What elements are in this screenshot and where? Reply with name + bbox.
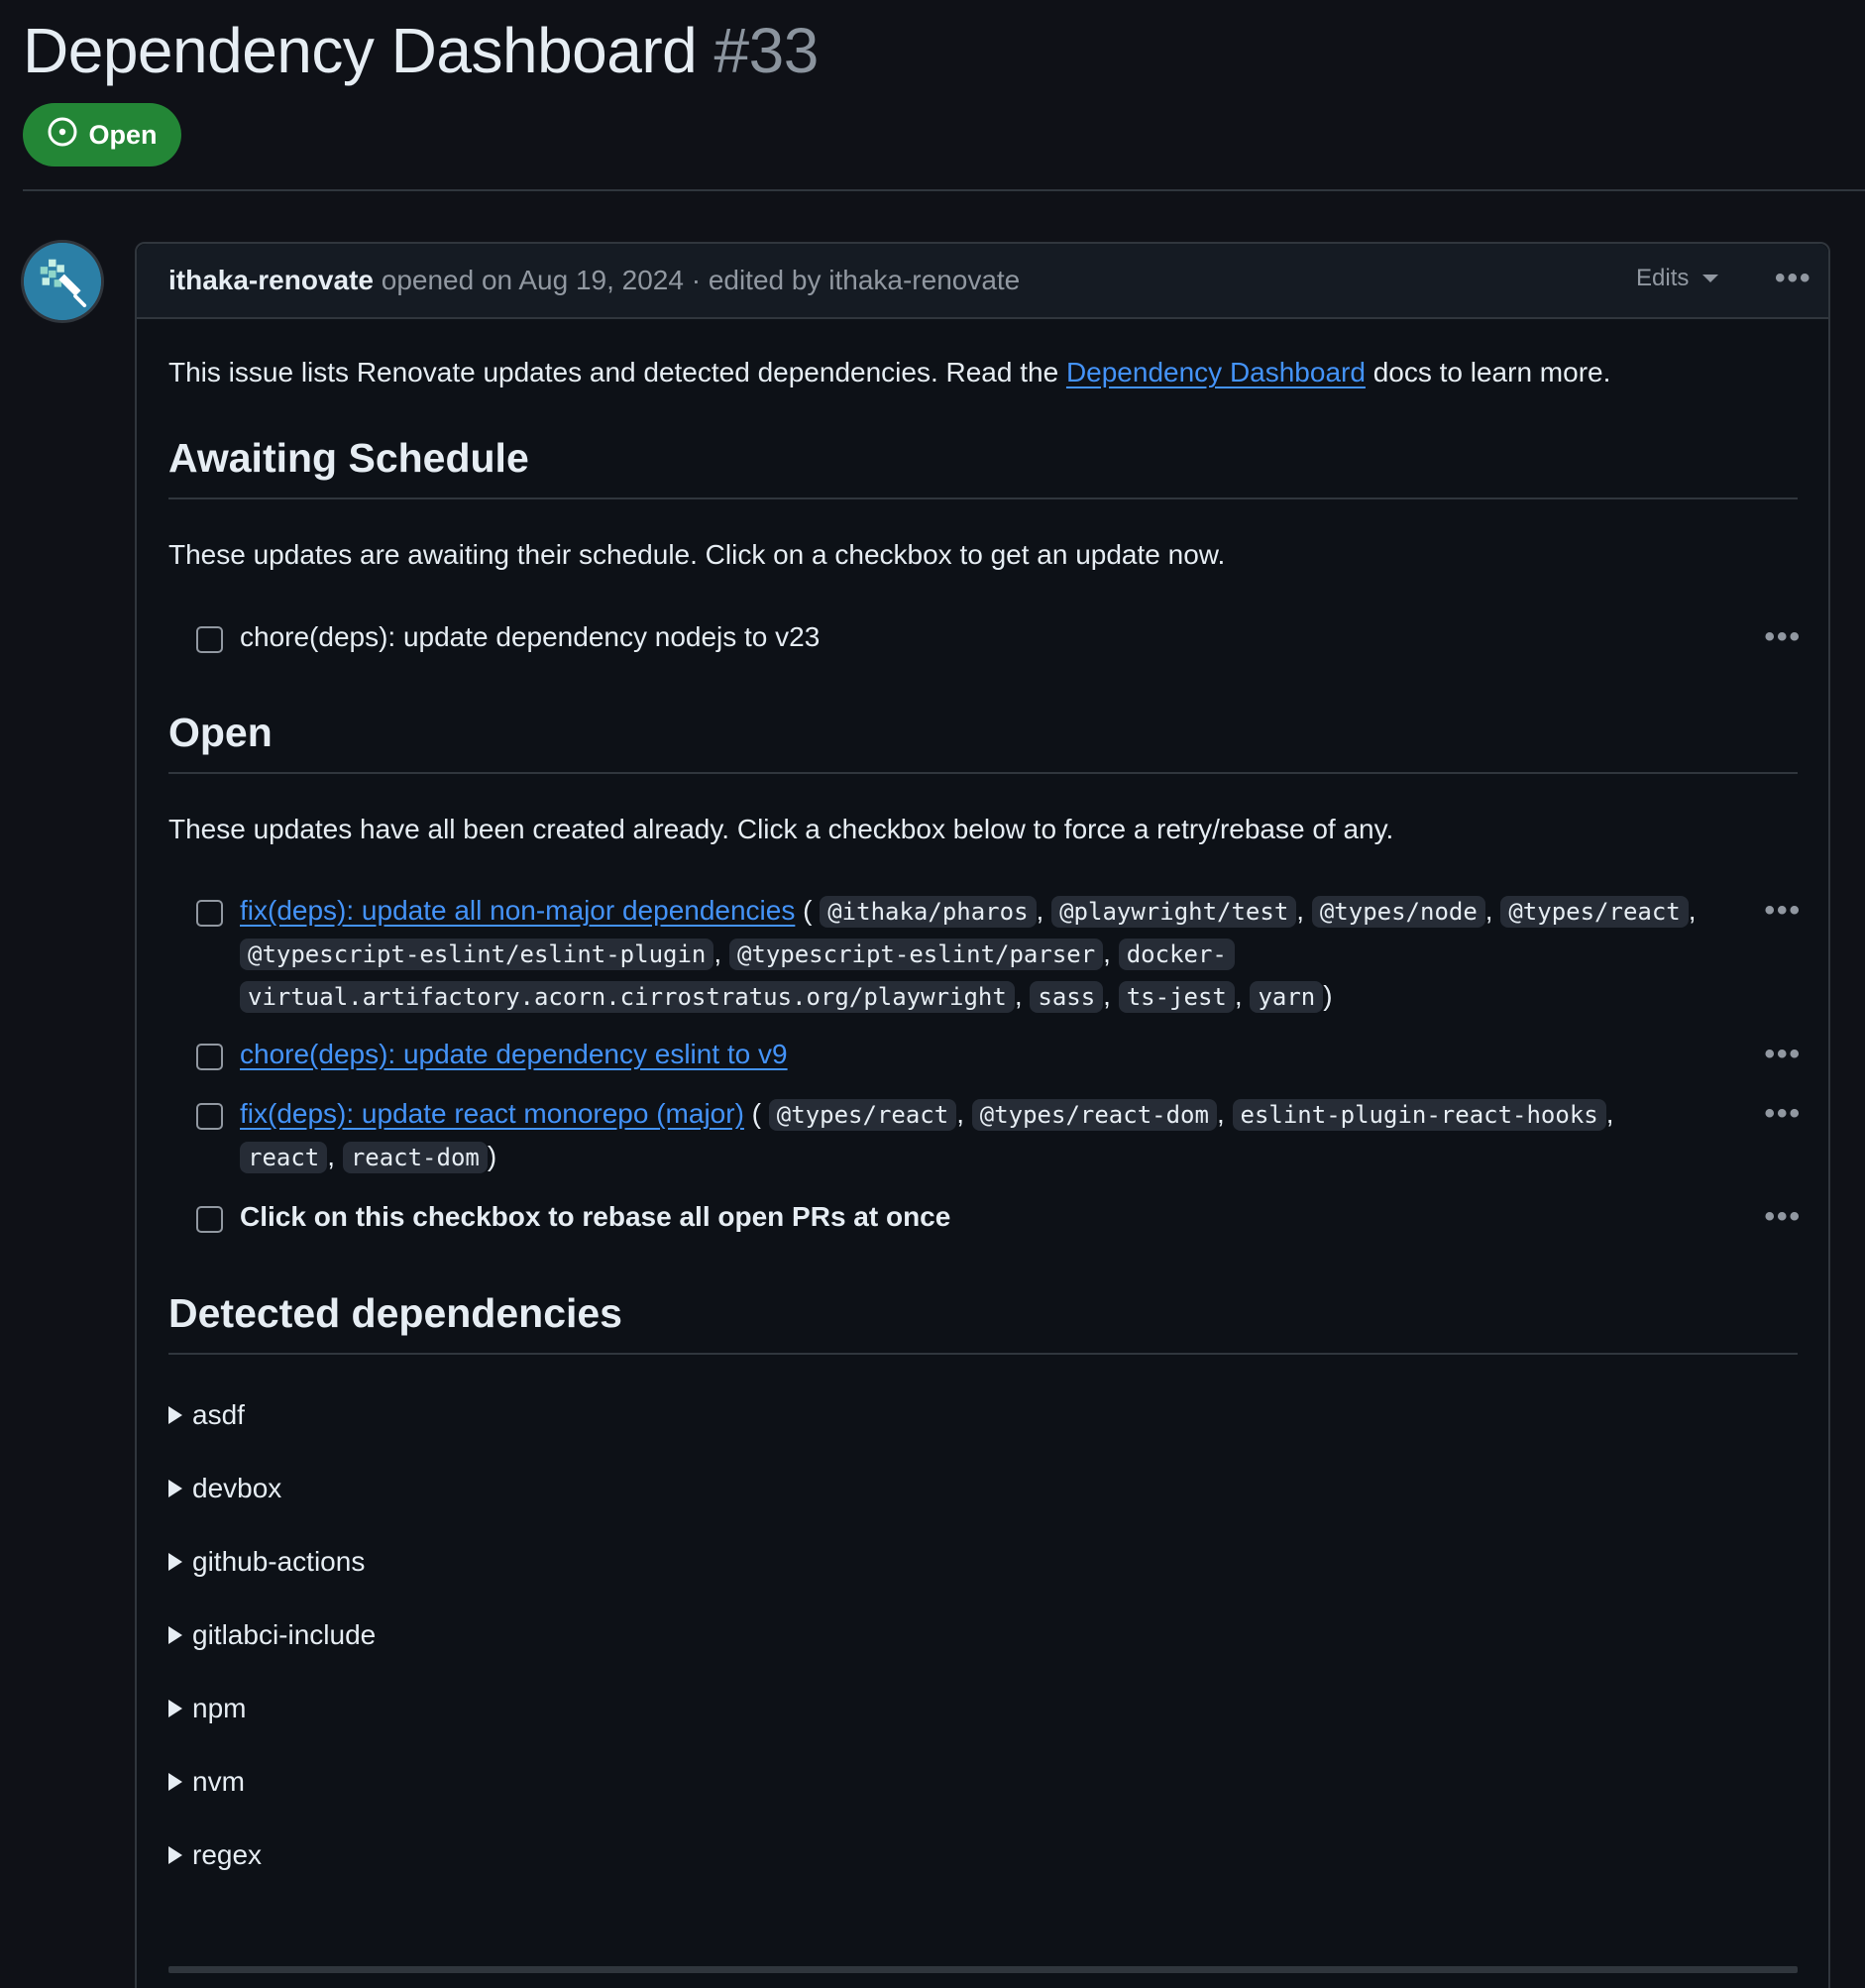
triangle-right-icon (168, 1846, 182, 1864)
issue-state-badge: Open (23, 103, 181, 166)
summary-label: npm (192, 1693, 247, 1723)
details-summary-npm[interactable]: npm (168, 1689, 246, 1728)
horizontal-rule (168, 1966, 1798, 1973)
summary-label: github-actions (192, 1546, 366, 1577)
caret-down-icon (1702, 275, 1719, 282)
issue-number: #33 (713, 15, 820, 86)
task-more-icon[interactable]: ••• (1764, 1202, 1802, 1232)
details-summary-asdf[interactable]: asdf (168, 1395, 245, 1435)
package-code: react (240, 1142, 328, 1173)
task-more-icon[interactable]: ••• (1764, 1040, 1802, 1069)
task-more-icon[interactable]: ••• (1764, 622, 1802, 652)
triangle-right-icon (168, 1700, 182, 1717)
summary-label: devbox (192, 1473, 282, 1503)
author-avatar[interactable] (21, 240, 104, 323)
comment-author-link[interactable]: ithaka-renovate (168, 265, 374, 295)
task-checkbox[interactable] (196, 900, 223, 927)
issue-comment: ithaka-renovate opened on Aug 19, 2024 ·… (135, 242, 1830, 1988)
package-code: sass (1030, 981, 1104, 1013)
dependency-dashboard-docs-link[interactable]: Dependency Dashboard (1066, 357, 1366, 387)
package-code: virtual.artifactory.acorn.cirrostratus.o… (240, 981, 1015, 1013)
pr-link[interactable]: chore(deps): update dependency eslint to… (240, 1039, 788, 1069)
task-more-icon[interactable]: ••• (1764, 1099, 1802, 1129)
details-summary-devbox[interactable]: devbox (168, 1469, 281, 1508)
issue-state-label: Open (88, 119, 158, 150)
task-item: fix(deps): update all non-major dependen… (196, 890, 1802, 1018)
package-code: @typescript-eslint/parser (728, 939, 1104, 970)
task-more-icon[interactable]: ••• (1764, 896, 1802, 926)
task-item: chore(deps): update dependency eslint to… (196, 1034, 1802, 1075)
triangle-right-icon (168, 1406, 182, 1424)
task-checkbox[interactable] (196, 1206, 223, 1233)
details-summary-nvm[interactable]: nvm (168, 1762, 245, 1802)
package-code: docker- (1118, 939, 1235, 970)
package-code: react-dom (342, 1142, 488, 1173)
comment-opened-text: opened on Aug 19, 2024 · edited by (381, 265, 822, 295)
task-label: chore(deps): update dependency nodejs to… (240, 621, 821, 652)
intro-after: docs to learn more. (1372, 357, 1611, 387)
details-summary-regex[interactable]: regex (168, 1835, 262, 1875)
edits-label: Edits (1636, 265, 1690, 291)
package-code: @types/react-dom (971, 1099, 1217, 1131)
package-code: yarn (1250, 981, 1324, 1013)
package-code: @playwright/test (1051, 896, 1297, 928)
issue-title: Dependency Dashboard #33 (23, 10, 819, 91)
package-code: @types/react (1500, 896, 1689, 928)
package-code: eslint-plugin-react-hooks (1232, 1099, 1606, 1131)
rebase-all-label: Click on this checkbox to rebase all ope… (240, 1201, 951, 1232)
task-content: fix(deps): update all non-major dependen… (240, 895, 1697, 1013)
task-checkbox[interactable] (196, 1103, 223, 1130)
summary-label: gitlabci-include (192, 1619, 377, 1650)
task-checkbox[interactable] (196, 626, 223, 653)
triangle-right-icon (168, 1553, 182, 1571)
summary-label: nvm (192, 1766, 245, 1797)
details-summary-github-actions[interactable]: github-actions (168, 1542, 365, 1582)
detected-dependencies-heading: Detected dependencies (168, 1285, 1798, 1355)
task-content: fix(deps): update react monorepo (major)… (240, 1098, 1614, 1173)
triangle-right-icon (168, 1480, 182, 1497)
intro-before: This issue lists Renovate updates and de… (168, 357, 1059, 387)
task-item: Click on this checkbox to rebase all ope… (196, 1196, 1802, 1238)
comment-more-icon[interactable]: ••• (1775, 264, 1812, 293)
issue-title-text: Dependency Dashboard (23, 15, 698, 86)
edits-dropdown[interactable]: Edits (1636, 244, 1719, 313)
summary-label: asdf (192, 1399, 245, 1430)
awaiting-schedule-desc: These updates are awaiting their schedul… (168, 539, 1226, 570)
package-code: @ithaka/pharos (820, 896, 1037, 928)
issue-opened-icon (47, 116, 78, 155)
details-summary-gitlabci-include[interactable]: gitlabci-include (168, 1615, 376, 1655)
triangle-right-icon (168, 1626, 182, 1644)
task-item: chore(deps): update dependency nodejs to… (196, 616, 1802, 658)
package-code: @typescript-eslint/eslint-plugin (240, 939, 714, 970)
comment-header: ithaka-renovate opened on Aug 19, 2024 ·… (137, 244, 1828, 319)
comment-editor-link[interactable]: ithaka-renovate (828, 265, 1020, 295)
pr-link[interactable]: fix(deps): update react monorepo (major) (240, 1098, 744, 1129)
package-code: @types/node (1311, 896, 1485, 928)
open-desc: These updates have all been created alre… (168, 814, 1394, 844)
comment-meta: ithaka-renovate opened on Aug 19, 2024 ·… (168, 244, 1020, 317)
intro-text: This issue lists Renovate updates and de… (168, 353, 1610, 392)
triangle-right-icon (168, 1773, 182, 1791)
renovate-logo-icon (24, 243, 101, 320)
task-content: chore(deps): update dependency eslint to… (240, 1034, 1742, 1075)
open-heading: Open (168, 705, 1798, 774)
title-divider (23, 189, 1865, 191)
package-code: @types/react (768, 1099, 957, 1131)
summary-label: regex (192, 1839, 263, 1870)
package-code: ts-jest (1118, 981, 1235, 1013)
awaiting-schedule-heading: Awaiting Schedule (168, 430, 1798, 499)
task-item: fix(deps): update react monorepo (major)… (196, 1093, 1802, 1178)
task-checkbox[interactable] (196, 1044, 223, 1070)
pr-link[interactable]: fix(deps): update all non-major dependen… (240, 895, 795, 926)
